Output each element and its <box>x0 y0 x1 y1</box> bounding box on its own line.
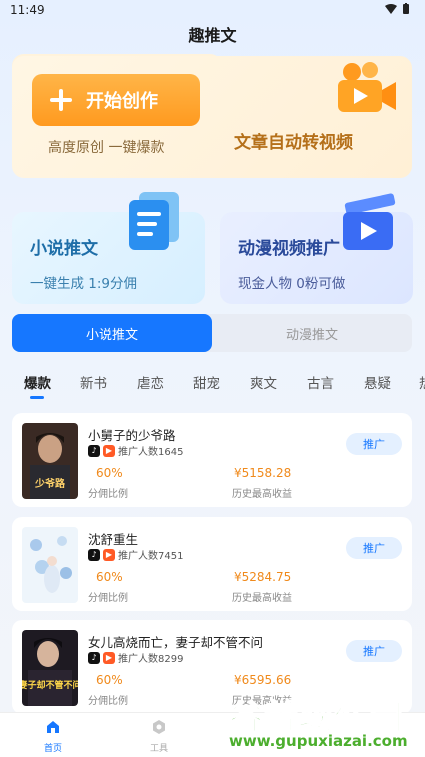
content-type-segment: 小说推文 动漫推文 <box>12 314 412 352</box>
book-cover: 少爷路 <box>22 423 78 499</box>
commission-label: 分佣比例 <box>88 489 128 500</box>
category-active-indicator <box>30 396 44 399</box>
cover-title-text: 妻子却不管不问 <box>22 679 78 691</box>
max-earnings-label: 历史最高收益 <box>232 593 292 604</box>
book-cover: 妻子却不管不问 <box>22 630 78 706</box>
commission-rate: 60% <box>96 466 123 480</box>
watermark-url: www.gupuxiazai.com <box>229 732 408 750</box>
novel-promo-subtitle: 一键生成 1:9分佣 <box>30 276 138 292</box>
category-new[interactable]: 新书 <box>80 372 107 392</box>
cover-title-text: 少爷路 <box>34 477 66 490</box>
nav-tools[interactable]: 工具 <box>139 719 179 754</box>
book-platforms: ♪ ▶ 推广人数7451 <box>88 547 183 562</box>
category-more[interactable]: 热 <box>419 372 425 392</box>
category-mystery[interactable]: 悬疑 <box>364 372 391 392</box>
tab-anime[interactable]: 动漫推文 <box>212 314 412 352</box>
category-cool[interactable]: 爽文 <box>250 372 277 392</box>
tiktok-icon: ♪ <box>88 444 100 457</box>
kuaishou-icon: ▶ <box>103 548 115 561</box>
nav-home-label: 首页 <box>43 744 62 754</box>
book-platforms: ♪ ▶ 推广人数1645 <box>88 443 183 458</box>
book-card[interactable]: 少爷路 小舅子的少爷路 ♪ ▶ 推广人数1645 60% 分佣比例 ¥5158.… <box>12 413 412 507</box>
video-camera-icon <box>338 62 396 112</box>
commission-label: 分佣比例 <box>88 593 128 604</box>
novel-promo-title: 小说推文 <box>30 239 98 259</box>
tools-icon <box>153 720 165 734</box>
status-icons <box>383 3 413 18</box>
tab-novel[interactable]: 小说推文 <box>12 314 212 352</box>
commission-rate: 60% <box>96 570 123 584</box>
status-time: 11:49 <box>10 3 45 17</box>
nav-tools-label: 工具 <box>149 744 168 754</box>
novel-promo-card[interactable]: 小说推文 一键生成 1:9分佣 <box>12 192 205 304</box>
book-title: 沈舒重生 <box>88 532 139 547</box>
category-hot[interactable]: 爆款 <box>24 372 51 392</box>
banner-slogan: 文章自动转视频 <box>234 133 353 153</box>
category-sweet[interactable]: 甜宠 <box>193 372 220 392</box>
kuaishou-icon: ▶ <box>103 444 115 457</box>
max-earnings: ¥5158.28 <box>234 466 292 480</box>
tiktok-icon: ♪ <box>88 548 100 561</box>
anime-promo-card[interactable]: 动漫视频推广 现金人物 0粉可做 <box>220 193 413 304</box>
promoter-count: 推广人数1645 <box>118 447 184 458</box>
book-title: 女儿高烧而亡，妻子却不管不问 <box>88 635 264 650</box>
tiktok-icon: ♪ <box>88 651 100 664</box>
commission-label: 分佣比例 <box>88 696 128 707</box>
nav-home[interactable]: 首页 <box>33 719 73 754</box>
commission-rate: 60% <box>96 673 123 687</box>
clapper-icon <box>343 193 396 250</box>
book-card[interactable]: 沈舒重生 ♪ ▶ 推广人数7451 60% 分佣比例 ¥5284.75 历史最高… <box>12 517 412 611</box>
banner-subtitle: 高度原创 一键爆款 <box>48 140 165 156</box>
create-banner[interactable]: 开始创作 高度原创 一键爆款 文章自动转视频 <box>12 56 412 178</box>
home-icon <box>47 721 59 733</box>
anime-promo-title: 动漫视频推广 <box>238 239 340 259</box>
status-bar: 11:49 <box>0 0 425 22</box>
page-title: 趣推文 <box>188 26 237 45</box>
category-tabs: 爆款 新书 虐恋 甜宠 爽文 古言 悬疑 热 <box>0 368 425 400</box>
max-earnings: ¥5284.75 <box>234 570 292 584</box>
book-title: 小舅子的少爷路 <box>88 428 176 443</box>
start-creating-label: 开始创作 <box>86 91 158 112</box>
max-earnings: ¥6595.66 <box>234 673 292 687</box>
promoter-count: 推广人数8299 <box>118 654 184 665</box>
plus-icon <box>50 89 72 111</box>
document-icon <box>129 192 179 250</box>
max-earnings-label: 历史最高收益 <box>232 489 292 500</box>
promote-button[interactable]: 推广 <box>346 433 402 455</box>
promote-button[interactable]: 推广 <box>346 640 402 662</box>
book-cover <box>22 527 78 603</box>
start-creating-button[interactable]: 开始创作 <box>32 74 200 126</box>
book-platforms: ♪ ▶ 推广人数8299 <box>88 650 183 665</box>
wifi-battery-icon <box>385 3 409 14</box>
category-ancient[interactable]: 古言 <box>307 372 334 392</box>
promote-button[interactable]: 推广 <box>346 537 402 559</box>
watermark: 谷普软件园 www.gupuxiazai.com <box>225 690 421 754</box>
category-angst[interactable]: 虐恋 <box>137 372 164 392</box>
promoter-count: 推广人数7451 <box>118 551 184 562</box>
anime-promo-subtitle: 现金人物 0粉可做 <box>238 276 346 292</box>
kuaishou-icon: ▶ <box>103 651 115 664</box>
